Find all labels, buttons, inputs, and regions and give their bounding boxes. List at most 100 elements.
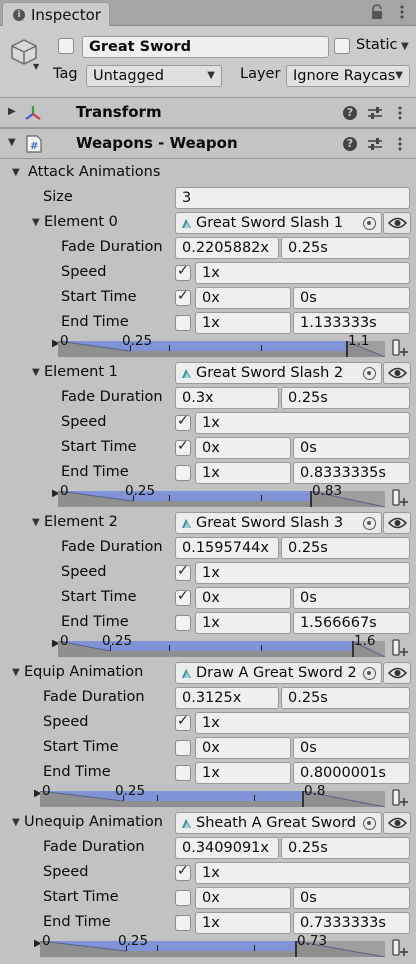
start-time-checkbox[interactable]	[175, 438, 191, 456]
end-time-multiplier-field[interactable]: 1x	[195, 612, 291, 634]
add-event-button[interactable]	[391, 487, 409, 509]
speed-checkbox[interactable]	[175, 263, 191, 281]
help-icon[interactable]: ?	[343, 137, 357, 151]
start-time-multiplier-field[interactable]: 0x	[195, 287, 291, 309]
start-time-seconds-field[interactable]: 0s	[293, 887, 410, 909]
foldout-arrow-icon[interactable]: ▼	[32, 217, 40, 228]
end-time-multiplier-field[interactable]: 1x	[195, 762, 291, 784]
fade-duration-multiplier-field[interactable]: 0.1595744x	[175, 537, 279, 559]
animation-timeline[interactable]: ▶ 0 0.25 0.83	[52, 483, 385, 507]
foldout-arrow-icon[interactable]: ▶	[8, 106, 16, 117]
fade-duration-seconds-field[interactable]: 0.25s	[281, 537, 410, 559]
animation-clip-field[interactable]: Draw A Great Sword 2	[175, 662, 382, 684]
speed-checkbox[interactable]	[175, 413, 191, 431]
menu-icon[interactable]	[399, 4, 405, 20]
chevron-down-icon[interactable]: ▼	[33, 62, 39, 71]
animation-label[interactable]: Element 1	[44, 364, 118, 380]
presets-icon[interactable]	[367, 106, 383, 120]
animation-clip-field[interactable]: Sheath A Great Sword	[175, 812, 382, 834]
animation-label[interactable]: Unequip Animation	[24, 814, 163, 830]
animation-label[interactable]: Element 0	[44, 214, 118, 230]
static-checkbox[interactable]	[334, 38, 350, 54]
preview-button[interactable]	[383, 662, 411, 684]
foldout-arrow-icon[interactable]: ▼	[12, 167, 20, 178]
foldout-arrow-icon[interactable]: ▼	[32, 367, 40, 378]
speed-field[interactable]: 1x	[195, 562, 410, 584]
animation-clip-field[interactable]: Great Sword Slash 2	[175, 362, 382, 384]
end-time-seconds-field[interactable]: 1.566667s	[293, 612, 410, 634]
speed-field[interactable]: 1x	[195, 262, 410, 284]
animation-clip-field[interactable]: Great Sword Slash 3	[175, 512, 382, 534]
object-picker-icon[interactable]	[363, 667, 376, 680]
animation-timeline[interactable]: ▶ 0 0.25 0.73	[34, 933, 385, 957]
tab-inspector[interactable]: i Inspector	[2, 2, 110, 27]
foldout-arrow-icon[interactable]: ▼	[8, 137, 16, 148]
start-time-checkbox[interactable]	[175, 740, 191, 756]
object-picker-icon[interactable]	[363, 217, 376, 230]
start-time-seconds-field[interactable]: 0s	[293, 287, 410, 309]
fade-duration-multiplier-field[interactable]: 0.2205882x	[175, 237, 279, 259]
end-time-seconds-field[interactable]: 1.133333s	[293, 312, 410, 334]
start-time-multiplier-field[interactable]: 0x	[195, 587, 291, 609]
object-name-field[interactable]: Great Sword	[82, 36, 329, 58]
attack-animations-label[interactable]: Attack Animations	[28, 164, 160, 180]
end-time-multiplier-field[interactable]: 1x	[195, 912, 291, 934]
end-time-checkbox[interactable]	[175, 315, 191, 331]
animation-label[interactable]: Element 2	[44, 514, 118, 530]
speed-field[interactable]: 1x	[195, 412, 410, 434]
fade-duration-seconds-field[interactable]: 0.25s	[281, 837, 410, 859]
start-time-seconds-field[interactable]: 0s	[293, 737, 410, 759]
transform-component-header[interactable]: ▶ Transform ?	[0, 97, 416, 128]
static-dropdown-icon[interactable]: ▼	[401, 41, 409, 52]
tag-dropdown[interactable]: Untagged ▼	[86, 65, 222, 87]
preview-button[interactable]	[383, 512, 411, 534]
end-time-multiplier-field[interactable]: 1x	[195, 312, 291, 334]
object-picker-icon[interactable]	[363, 817, 376, 830]
lock-icon[interactable]	[370, 4, 384, 20]
speed-checkbox[interactable]	[175, 563, 191, 581]
start-time-multiplier-field[interactable]: 0x	[195, 437, 291, 459]
fade-duration-multiplier-field[interactable]: 0.3125x	[175, 687, 279, 709]
fade-duration-multiplier-field[interactable]: 0.3409091x	[175, 837, 279, 859]
active-checkbox[interactable]	[58, 38, 74, 54]
add-event-button[interactable]	[391, 337, 409, 359]
object-picker-icon[interactable]	[363, 517, 376, 530]
start-time-checkbox[interactable]	[175, 288, 191, 306]
start-time-seconds-field[interactable]: 0s	[293, 587, 410, 609]
start-time-multiplier-field[interactable]: 0x	[195, 887, 291, 909]
foldout-arrow-icon[interactable]: ▼	[12, 817, 20, 828]
end-time-seconds-field[interactable]: 0.7333333s	[293, 912, 410, 934]
fade-duration-multiplier-field[interactable]: 0.3x	[175, 387, 279, 409]
foldout-arrow-icon[interactable]: ▼	[32, 517, 40, 528]
end-time-checkbox[interactable]	[175, 915, 191, 931]
weapon-component-header[interactable]: ▼ # Weapons - Weapon ?	[0, 128, 416, 159]
help-icon[interactable]: ?	[343, 106, 357, 120]
animation-clip-field[interactable]: Great Sword Slash 1	[175, 212, 382, 234]
preview-button[interactable]	[383, 362, 411, 384]
start-time-checkbox[interactable]	[175, 890, 191, 906]
fade-duration-seconds-field[interactable]: 0.25s	[281, 387, 410, 409]
animation-timeline[interactable]: ▶ 0 0.25 0.8	[34, 783, 385, 807]
size-field[interactable]: 3	[175, 187, 410, 209]
end-time-checkbox[interactable]	[175, 765, 191, 781]
add-event-button[interactable]	[391, 937, 409, 959]
end-time-checkbox[interactable]	[175, 615, 191, 631]
preview-button[interactable]	[383, 212, 411, 234]
add-event-button[interactable]	[391, 787, 409, 809]
end-time-seconds-field[interactable]: 0.8000001s	[293, 762, 410, 784]
fade-duration-seconds-field[interactable]: 0.25s	[281, 687, 410, 709]
end-time-seconds-field[interactable]: 0.8333335s	[293, 462, 410, 484]
preview-button[interactable]	[383, 812, 411, 834]
end-time-multiplier-field[interactable]: 1x	[195, 462, 291, 484]
foldout-arrow-icon[interactable]: ▼	[12, 667, 20, 678]
fade-duration-seconds-field[interactable]: 0.25s	[281, 237, 410, 259]
object-picker-icon[interactable]	[363, 367, 376, 380]
kebab-icon[interactable]	[397, 105, 403, 121]
layer-dropdown[interactable]: Ignore Raycas ▼	[286, 65, 410, 87]
end-time-checkbox[interactable]	[175, 465, 191, 481]
kebab-icon[interactable]	[397, 136, 403, 152]
start-time-checkbox[interactable]	[175, 588, 191, 606]
start-time-multiplier-field[interactable]: 0x	[195, 737, 291, 759]
start-time-seconds-field[interactable]: 0s	[293, 437, 410, 459]
presets-icon[interactable]	[367, 137, 383, 151]
